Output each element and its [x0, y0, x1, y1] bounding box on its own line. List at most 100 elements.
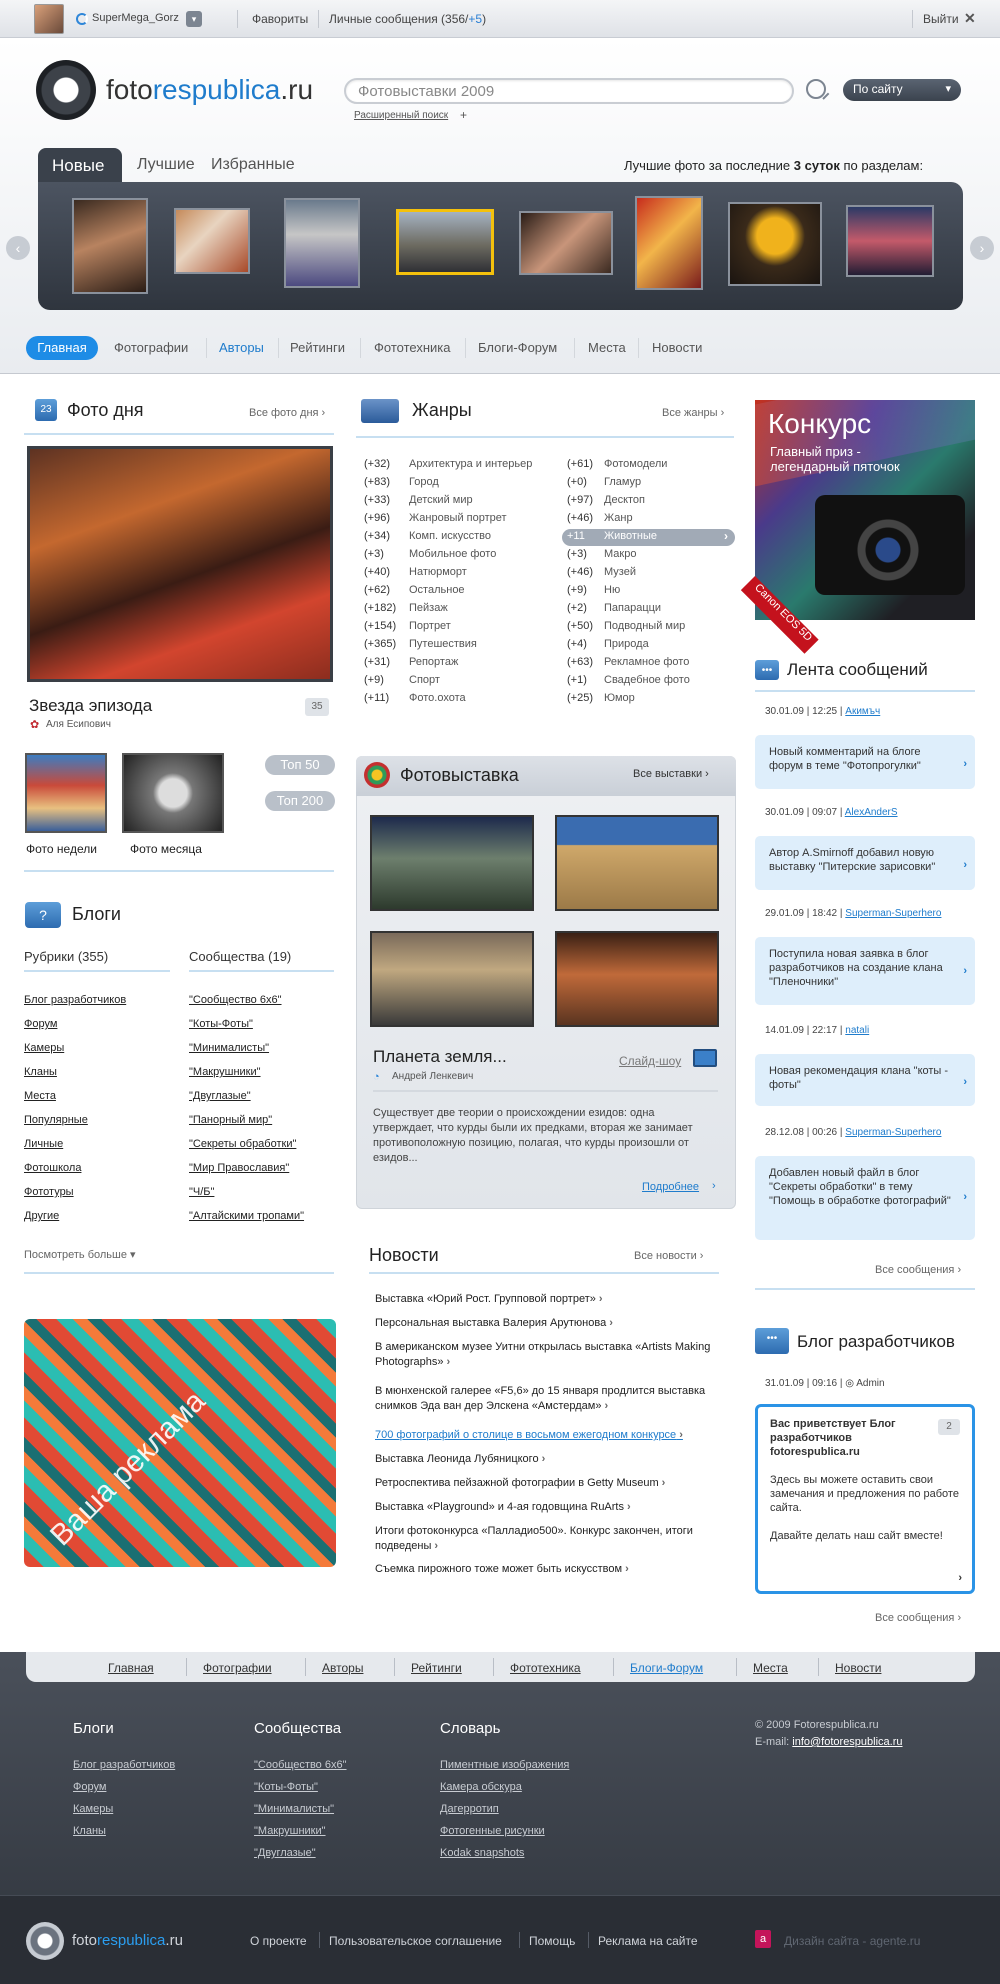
- gallery-next-arrow-icon[interactable]: ›: [970, 236, 994, 260]
- footer-nav-item[interactable]: Фотографии: [203, 1661, 272, 1675]
- exhibition-name[interactable]: Планета земля...: [373, 1047, 507, 1067]
- footer-nav-item[interactable]: Авторы: [322, 1661, 363, 1675]
- blog-rubric-link[interactable]: Фотошкола: [24, 1162, 81, 1174]
- genre-link[interactable]: Жанр: [604, 512, 633, 524]
- blog-community-link[interactable]: "Ч/Б": [189, 1186, 214, 1198]
- footer-nav-item[interactable]: Фототехника: [510, 1661, 581, 1675]
- blog-community-link[interactable]: "Мир Православия": [189, 1162, 289, 1174]
- genre-link[interactable]: Десктоп: [604, 494, 645, 506]
- footer-link[interactable]: Кланы: [73, 1825, 106, 1837]
- photo-of-day-caption[interactable]: Звезда эпизода: [29, 696, 152, 716]
- close-icon[interactable]: ✕: [964, 10, 976, 27]
- blog-rubrics-header[interactable]: Рубрики (355): [24, 949, 108, 964]
- footer-link[interactable]: "Коты-Фоты": [254, 1781, 318, 1793]
- feed-user-link[interactable]: Superman-Superhero: [845, 908, 941, 919]
- logo-aperture-icon[interactable]: [36, 60, 96, 120]
- search-icon[interactable]: [806, 79, 826, 99]
- feed-user-link[interactable]: AlexAnderS: [845, 807, 898, 818]
- genre-link[interactable]: Папарацци: [604, 602, 661, 614]
- blog-rubric-link[interactable]: Места: [24, 1090, 56, 1102]
- footer-logo-text[interactable]: fotorespublica.ru: [72, 1932, 183, 1949]
- nav-item-equipment[interactable]: Фототехника: [374, 340, 450, 355]
- slideshow-link[interactable]: Слайд-шоу: [619, 1054, 681, 1068]
- gallery-prev-arrow-icon[interactable]: ‹: [6, 236, 30, 260]
- footer-bottom-link[interactable]: Помощь: [529, 1934, 575, 1948]
- nav-item-authors[interactable]: Авторы: [219, 340, 264, 355]
- genre-link[interactable]: Природа: [604, 638, 649, 650]
- user-dropdown-chevron-icon[interactable]: ▾: [186, 11, 202, 27]
- gallery-thumb[interactable]: [174, 208, 250, 274]
- footer-nav-item[interactable]: Новости: [835, 1661, 881, 1675]
- tab-best[interactable]: Лучшие: [137, 156, 195, 174]
- footer-link[interactable]: Пиментные изображения: [440, 1759, 569, 1771]
- genre-link[interactable]: Остальное: [409, 584, 465, 596]
- gallery-thumb-selected[interactable]: [396, 209, 494, 275]
- feed-user-link[interactable]: Superman-Superhero: [845, 1127, 941, 1138]
- dev-blog-all-messages-link[interactable]: Все сообщения ›: [875, 1612, 961, 1624]
- photo-of-month-link[interactable]: Фото месяца: [130, 842, 202, 856]
- genre-link[interactable]: Детский мир: [409, 494, 473, 506]
- genre-link[interactable]: Гламур: [604, 476, 641, 488]
- blog-community-link[interactable]: "Макрушники": [189, 1066, 261, 1078]
- gallery-thumb[interactable]: [284, 198, 360, 288]
- nav-item-photos[interactable]: Фотографии: [114, 340, 188, 355]
- exhibition-photo[interactable]: [555, 931, 719, 1027]
- nav-item-places[interactable]: Места: [588, 340, 626, 355]
- news-item[interactable]: Выставка Леонида Лубяницкого ›: [375, 1452, 725, 1467]
- genre-link[interactable]: Фото.охота: [409, 692, 466, 704]
- blog-rubric-link[interactable]: Фототуры: [24, 1186, 74, 1198]
- footer-link[interactable]: "Макрушники": [254, 1825, 326, 1837]
- photo-author-link[interactable]: Аля Есипович: [46, 719, 111, 730]
- gallery-thumb[interactable]: [846, 205, 934, 277]
- private-messages-link[interactable]: Личные сообщения (356/+5): [329, 12, 486, 26]
- footer-link[interactable]: "Сообщество 6х6": [254, 1759, 347, 1771]
- favorites-link[interactable]: Фавориты: [252, 12, 308, 26]
- feed-message-bubble[interactable]: Добавлен новый файл в блог "Секреты обра…: [755, 1156, 975, 1240]
- more-link[interactable]: Подробнее: [642, 1181, 699, 1193]
- tab-favorites[interactable]: Избранные: [211, 156, 295, 174]
- monitor-icon[interactable]: [693, 1049, 717, 1067]
- footer-link[interactable]: "Минималисты": [254, 1803, 334, 1815]
- genre-link[interactable]: Мобильное фото: [409, 548, 496, 560]
- user-avatar[interactable]: [34, 4, 64, 34]
- plus-icon[interactable]: +: [460, 108, 467, 122]
- nav-item-home[interactable]: Главная: [26, 336, 98, 360]
- nav-item-ratings[interactable]: Рейтинги: [290, 340, 345, 355]
- designer-link[interactable]: Дизайн сайта - agente.ru: [784, 1934, 920, 1948]
- genre-link[interactable]: Репортаж: [409, 656, 458, 668]
- news-item[interactable]: Персональная выставка Валерия Арутюнова …: [375, 1316, 725, 1331]
- blog-rubric-link[interactable]: Камеры: [24, 1042, 64, 1054]
- news-item[interactable]: Ретроспектива пейзажной фотографии в Get…: [375, 1476, 725, 1491]
- site-logo[interactable]: fotorespublica.ru: [106, 74, 313, 106]
- news-item[interactable]: В американском музее Уитни открылась выс…: [375, 1340, 725, 1370]
- footer-link[interactable]: Дагерротип: [440, 1803, 499, 1815]
- exhibition-photo[interactable]: [370, 931, 534, 1027]
- photo-of-day-image[interactable]: [27, 446, 333, 682]
- photo-of-week-thumb[interactable]: [25, 753, 107, 833]
- all-exhibitions-link[interactable]: Все выставки ›: [633, 768, 709, 780]
- top-200-button[interactable]: Топ 200: [265, 791, 335, 811]
- blog-rubric-link[interactable]: Личные: [24, 1138, 63, 1150]
- footer-bottom-link[interactable]: О проекте: [250, 1934, 307, 1948]
- search-scope-select[interactable]: По сайту: [843, 79, 961, 101]
- footer-link[interactable]: Камера обскура: [440, 1781, 522, 1793]
- genre-link[interactable]: Жанровый портрет: [409, 512, 507, 524]
- email-link[interactable]: info@fotorespublica.ru: [792, 1736, 902, 1748]
- tab-new[interactable]: Новые: [38, 148, 122, 182]
- blog-community-link[interactable]: "Алтайскими тропами": [189, 1210, 304, 1222]
- gallery-thumb[interactable]: [72, 198, 148, 294]
- feed-message-bubble[interactable]: Автор A.Smirnoff добавил новую выставку …: [755, 836, 975, 890]
- footer-link[interactable]: "Двуглазые": [254, 1847, 316, 1859]
- genre-link[interactable]: Фотомодели: [604, 458, 667, 470]
- genre-link[interactable]: Пейзаж: [409, 602, 448, 614]
- genre-link[interactable]: Путешествия: [409, 638, 477, 650]
- blog-rubric-link[interactable]: Популярные: [24, 1114, 88, 1126]
- gallery-thumb[interactable]: [635, 196, 703, 290]
- genre-link[interactable]: Юмор: [604, 692, 635, 704]
- see-more-link[interactable]: Посмотреть больше ▾: [24, 1248, 136, 1261]
- blog-rubric-link[interactable]: Другие: [24, 1210, 59, 1222]
- genre-link[interactable]: Свадебное фото: [604, 674, 690, 686]
- feed-message-bubble[interactable]: Поступила новая заявка в блог разработчи…: [755, 937, 975, 1005]
- blog-rubric-link[interactable]: Кланы: [24, 1066, 57, 1078]
- news-item[interactable]: 700 фотографий о столице в восьмом ежего…: [375, 1428, 725, 1443]
